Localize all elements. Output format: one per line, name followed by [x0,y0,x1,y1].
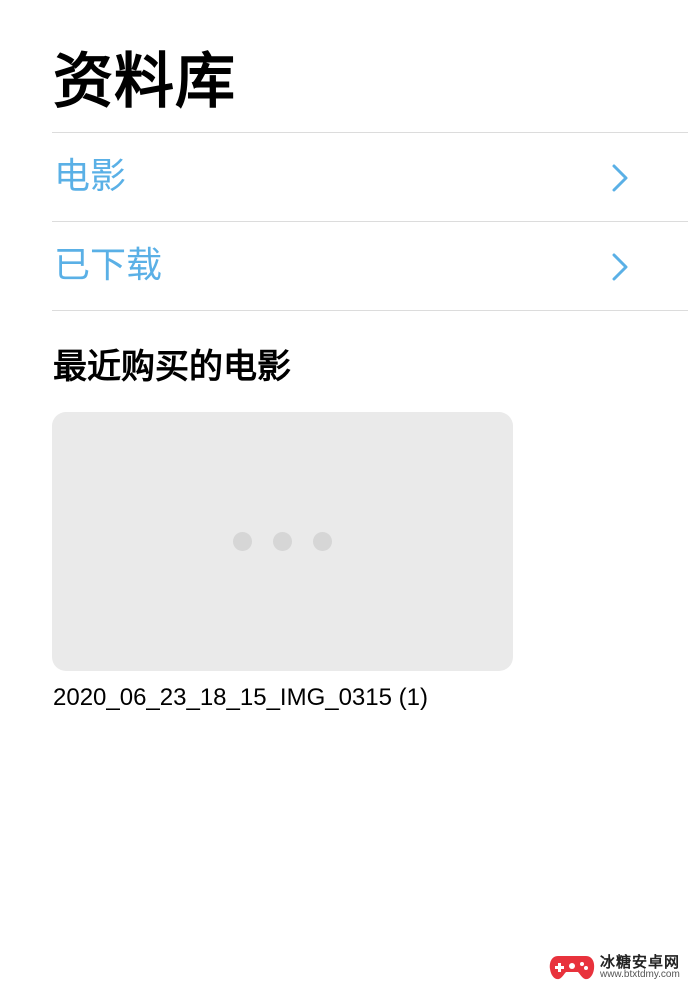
list-item-downloaded[interactable]: 已下载 [52,222,688,310]
watermark-text: 冰糖安卓网 www.btxtdmy.com [599,952,680,980]
list-item-movies[interactable]: 电影 [52,133,688,221]
loading-dot-icon [273,532,292,551]
page-title: 资料库 [53,47,236,117]
watermark: 冰糖安卓网 www.btxtdmy.com [548,952,680,982]
section-title-recent-movies: 最近购买的电影 [53,347,291,387]
watermark-name: 冰糖安卓网 [599,952,680,971]
chevron-right-icon [612,164,628,192]
list-item-label: 电影 [54,156,127,197]
game-controller-logo-icon [549,956,595,980]
movie-title[interactable]: 2020_06_23_18_15_IMG_0315 (1) [53,680,428,716]
movie-thumbnail[interactable] [52,412,513,671]
divider [52,310,688,311]
loading-dot-icon [313,532,332,551]
chevron-right-icon [612,253,628,281]
library-list: 电影 已下载 [52,132,688,311]
loading-dot-icon [233,532,252,551]
list-item-label: 已下载 [54,245,163,286]
watermark-url: www.btxtdmy.com [599,968,680,980]
